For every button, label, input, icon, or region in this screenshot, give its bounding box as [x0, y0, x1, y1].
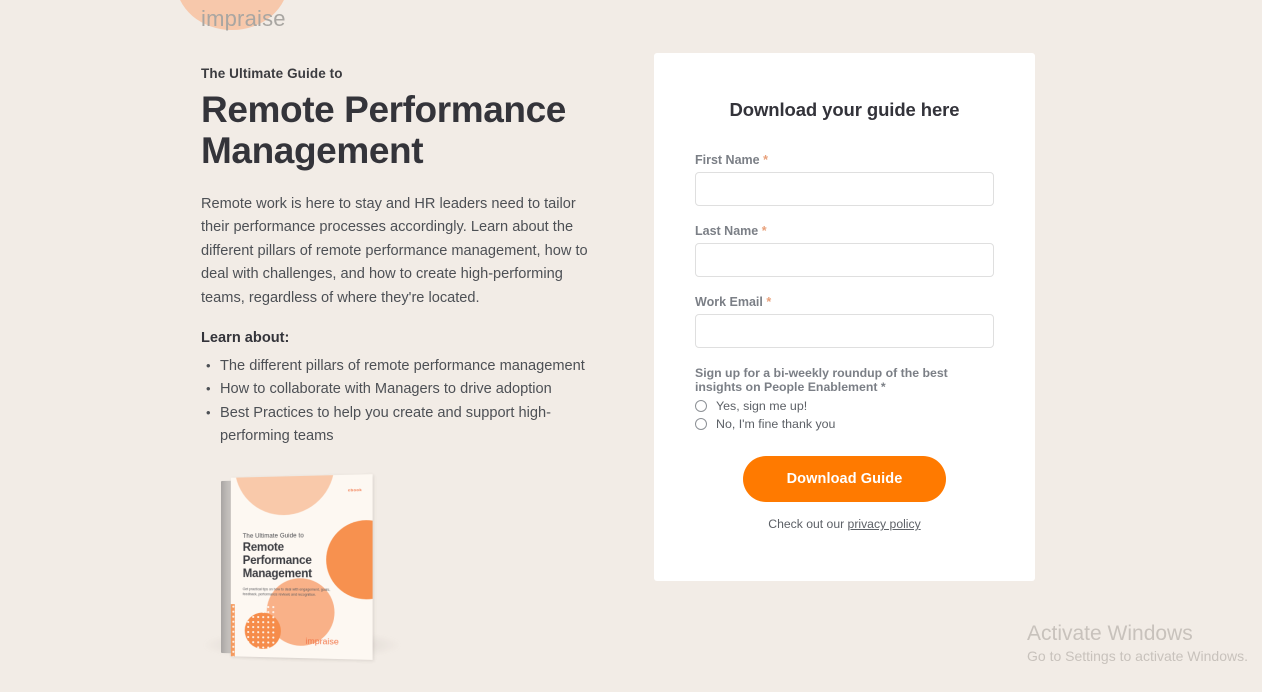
work-email-label-text: Work Email: [695, 295, 763, 309]
page-title: Remote Performance Management: [201, 89, 566, 171]
cover-title: Remote Performance Management: [242, 541, 312, 581]
form-body: First Name * Last Name * Work Email * Si…: [654, 153, 1035, 531]
privacy-note: Check out our privacy policy: [695, 517, 994, 531]
newsletter-option-yes[interactable]: Yes, sign me up!: [695, 399, 994, 413]
work-email-label: Work Email *: [695, 295, 994, 309]
privacy-policy-link[interactable]: privacy policy: [848, 517, 921, 531]
cover-ebook-badge: ebook: [347, 486, 362, 493]
required-asterisk: *: [766, 295, 772, 309]
book-3d: ebook The Ultimate Guide to Remote Perfo…: [221, 474, 373, 660]
required-asterisk: *: [763, 153, 768, 167]
newsletter-option-no[interactable]: No, I'm fine thank you: [695, 417, 994, 431]
list-item: Best Practices to help you create and su…: [206, 401, 593, 449]
book-front-cover: ebook The Ultimate Guide to Remote Perfo…: [230, 474, 373, 660]
cover-impraise-logo: impraise: [305, 635, 339, 647]
learn-about-heading: Learn about:: [201, 330, 290, 347]
radio-circle-icon[interactable]: [695, 400, 707, 412]
cover-top-arc-shape: [234, 474, 335, 516]
form-title: Download your guide here: [729, 99, 960, 120]
list-item: How to collaborate with Managers to driv…: [206, 377, 593, 401]
privacy-note-prefix: Check out our: [768, 517, 848, 531]
download-form-card: Download your guide here First Name * La…: [654, 53, 1035, 581]
watermark-title: Activate Windows: [1027, 622, 1193, 645]
first-name-label: First Name *: [695, 153, 994, 167]
ebook-cover-mockup: ebook The Ultimate Guide to Remote Perfo…: [200, 470, 415, 685]
newsletter-consent-label: Sign up for a bi-weekly roundup of the b…: [695, 366, 948, 394]
radio-circle-icon[interactable]: [695, 418, 707, 430]
work-email-input[interactable]: [695, 314, 994, 348]
last-name-input[interactable]: [695, 243, 994, 277]
submit-button-wrapper: Download Guide: [695, 456, 994, 502]
cover-description: Get practical tips on how to deal with e…: [242, 587, 331, 597]
learn-about-list: The different pillars of remote performa…: [201, 354, 593, 449]
list-item: The different pillars of remote performa…: [206, 354, 593, 378]
hero-intro-paragraph: Remote work is here to stay and HR leade…: [201, 196, 588, 306]
first-name-input[interactable]: [695, 172, 994, 206]
last-name-label-text: Last Name: [695, 224, 759, 238]
cover-eyebrow: The Ultimate Guide to: [242, 533, 304, 540]
impraise-logo: impraise: [201, 6, 286, 31]
required-asterisk: *: [761, 224, 767, 238]
download-guide-button[interactable]: Download Guide: [742, 456, 947, 502]
cover-dot-pattern: [230, 604, 275, 658]
cover-text-block: The Ultimate Guide to Remote Performance…: [243, 533, 349, 598]
hero-eyebrow: The Ultimate Guide to: [201, 66, 343, 81]
windows-activation-watermark: Activate Windows Go to Settings to activ…: [1027, 621, 1248, 666]
watermark-subtitle: Go to Settings to activate Windows.: [1027, 648, 1248, 664]
first-name-label-text: First Name: [695, 153, 760, 167]
last-name-label: Last Name *: [695, 224, 994, 238]
newsletter-option-no-label: No, I'm fine thank you: [716, 417, 836, 431]
newsletter-option-yes-label: Yes, sign me up!: [716, 399, 808, 413]
hero-content: The Ultimate Guide to Remote Performance…: [201, 66, 593, 449]
